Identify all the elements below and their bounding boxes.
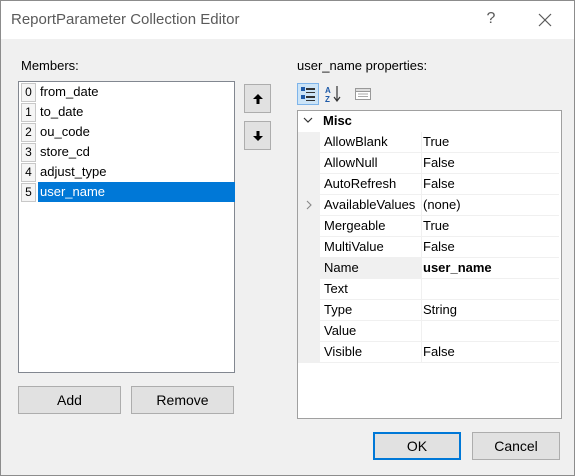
help-button[interactable]: ? [479,7,503,31]
property-value[interactable]: (none) [421,195,559,216]
property-name[interactable]: AvailableValues [320,195,422,216]
property-pages-button[interactable] [352,83,374,105]
property-row[interactable]: MultiValue False [298,237,561,258]
property-row[interactable]: Value [298,321,561,342]
sort-alphabetical-icon: A Z [325,86,341,104]
property-name[interactable]: Type [320,300,422,321]
property-name[interactable]: MultiValue [320,237,422,258]
move-up-button[interactable] [244,84,271,113]
member-index: 2 [21,123,36,142]
close-icon [538,13,552,27]
property-value[interactable] [421,321,559,342]
title-bar: ReportParameter Collection Editor ? [1,1,574,39]
property-name[interactable]: AutoRefresh [320,174,422,195]
window-title: ReportParameter Collection Editor [11,11,240,28]
property-row-expandable[interactable]: AvailableValues (none) [298,195,561,216]
property-grid[interactable]: Misc AllowBlank True AllowNull False Aut… [297,110,562,419]
member-index: 0 [21,83,36,102]
member-item-selected[interactable]: 5 user_name [19,182,235,202]
property-value[interactable]: True [421,132,559,153]
member-name[interactable]: to_date [38,102,235,122]
cancel-button[interactable]: Cancel [472,432,560,460]
property-value[interactable]: False [421,342,559,363]
property-row-selected[interactable]: Name user_name [298,258,561,279]
categorized-button[interactable] [297,83,319,105]
property-name[interactable]: Name [320,258,422,279]
property-value[interactable]: False [421,237,559,258]
category-label: Misc [323,113,352,128]
svg-text:Z: Z [325,95,330,104]
property-value[interactable] [421,279,559,300]
categorized-icon [301,87,315,101]
property-row[interactable]: Text [298,279,561,300]
property-name[interactable]: Value [320,321,422,342]
member-item[interactable]: 3 store_cd [19,142,234,162]
move-down-button[interactable] [244,121,271,150]
members-label: Members: [21,58,79,73]
property-value[interactable]: False [421,174,559,195]
category-misc[interactable]: Misc [298,111,561,131]
arrow-up-icon [252,94,263,104]
property-name[interactable]: Visible [320,342,422,363]
property-name[interactable]: Text [320,279,422,300]
member-index: 5 [21,183,36,202]
property-value[interactable]: False [421,153,559,174]
collection-editor-dialog: ReportParameter Collection Editor ? Memb… [0,0,575,476]
ok-button[interactable]: OK [373,432,461,460]
property-value[interactable]: user_name [421,258,559,279]
member-item[interactable]: 0 from_date [19,82,234,102]
chevron-right-icon[interactable] [304,200,314,210]
property-row[interactable]: AllowNull False [298,153,561,174]
member-name[interactable]: adjust_type [38,162,235,182]
property-name[interactable]: AllowBlank [320,132,422,153]
property-row[interactable]: AutoRefresh False [298,174,561,195]
chevron-down-icon[interactable] [302,114,314,126]
property-value[interactable]: String [421,300,559,321]
member-index: 1 [21,103,36,122]
property-row[interactable]: Visible False [298,342,561,363]
property-pages-icon [355,88,371,100]
svg-text:A: A [325,86,331,95]
member-name[interactable]: store_cd [38,142,235,162]
member-name[interactable]: from_date [38,82,235,102]
property-value[interactable]: True [421,216,559,237]
property-row[interactable]: Type String [298,300,561,321]
member-item[interactable]: 1 to_date [19,102,234,122]
property-name[interactable]: AllowNull [320,153,422,174]
property-name[interactable]: Mergeable [320,216,422,237]
member-item[interactable]: 2 ou_code [19,122,234,142]
property-row[interactable]: AllowBlank True [298,132,561,153]
members-list[interactable]: 0 from_date 1 to_date 2 ou_code 3 store_… [18,81,235,373]
member-index: 3 [21,143,36,162]
properties-label: user_name properties: [297,58,428,73]
member-name[interactable]: ou_code [38,122,235,142]
alphabetical-button[interactable]: A Z [322,83,344,105]
add-button[interactable]: Add [18,386,121,414]
close-button[interactable] [531,7,559,33]
member-index: 4 [21,163,36,182]
member-name[interactable]: user_name [38,182,235,202]
member-item[interactable]: 4 adjust_type [19,162,234,182]
arrow-down-icon [252,131,263,141]
property-row[interactable]: Mergeable True [298,216,561,237]
remove-button[interactable]: Remove [131,386,234,414]
